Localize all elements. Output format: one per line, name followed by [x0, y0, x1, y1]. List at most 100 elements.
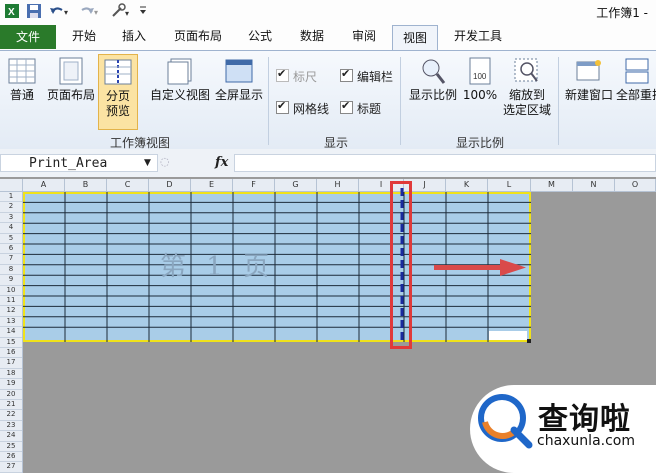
save-icon[interactable]	[26, 3, 42, 20]
row-header[interactable]: 1	[0, 192, 22, 203]
column-header[interactable]: L	[488, 179, 531, 191]
column-header[interactable]: H	[317, 179, 359, 191]
column-header[interactable]: A	[23, 179, 65, 191]
page-layout-view-label: 页面布局	[46, 88, 95, 102]
full-screen-button[interactable]: 全屏显示	[212, 57, 266, 103]
zoom-100-icon: 100	[469, 57, 491, 85]
tools-icon[interactable]: ▾	[110, 3, 132, 20]
tab-view[interactable]: 视图	[392, 25, 438, 51]
row-header[interactable]: 13	[0, 317, 22, 328]
zoom-100-button[interactable]: 100 100%	[462, 57, 498, 103]
name-box[interactable]: Print_Area	[0, 154, 158, 172]
column-header[interactable]: C	[107, 179, 149, 191]
column-header[interactable]: E	[191, 179, 233, 191]
tab-developer[interactable]: 开发工具	[448, 24, 508, 49]
row-header[interactable]: 7	[0, 254, 22, 265]
row-header[interactable]: 2	[0, 202, 22, 213]
row-header[interactable]: 14	[0, 327, 22, 338]
zoom-100-label: 100%	[462, 88, 498, 102]
tab-review[interactable]: 审阅	[344, 24, 384, 49]
ribbon: 普通 页面布局 分页 预览 自定义视图 全屏显示 工作簿视图 标尺 编辑栏 网格…	[0, 50, 656, 150]
zoom-to-selection-label-2: 选定区域	[502, 103, 551, 117]
custom-views-button[interactable]: 自定义视图	[148, 57, 212, 103]
tab-page-layout[interactable]: 页面布局	[168, 24, 228, 49]
custom-views-label: 自定义视图	[149, 88, 210, 102]
column-headers: ABCDEFGHIJKLMNO	[0, 179, 656, 192]
page-layout-view-button[interactable]: 页面布局	[44, 57, 98, 103]
excel-icon: X	[4, 3, 20, 20]
gridlines-checkbox[interactable]: 网格线	[276, 98, 329, 117]
tab-data[interactable]: 数据	[292, 24, 332, 49]
watermark-brand: 查询啦	[538, 402, 631, 437]
row-header[interactable]: 22	[0, 410, 22, 421]
title-bar: X ▾ ▾ ▾ 工作簿1 -	[0, 0, 656, 25]
zoom-to-selection-button[interactable]: 缩放到 选定区域	[500, 57, 554, 118]
row-header[interactable]: 16	[0, 348, 22, 359]
column-header[interactable]: K	[446, 179, 488, 191]
row-header[interactable]: 8	[0, 265, 22, 276]
row-header[interactable]: 17	[0, 358, 22, 369]
column-header[interactable]: D	[149, 179, 191, 191]
custom-views-icon	[167, 58, 192, 85]
svg-text:▾: ▾	[125, 9, 129, 18]
svg-text:▾: ▾	[64, 8, 68, 17]
column-header[interactable]: F	[233, 179, 275, 191]
row-header[interactable]: 9	[0, 275, 22, 286]
tab-formulas[interactable]: 公式	[240, 24, 280, 49]
full-screen-icon	[225, 59, 253, 83]
checkbox-box	[276, 66, 289, 82]
row-header[interactable]: 23	[0, 421, 22, 432]
row-header[interactable]: 19	[0, 379, 22, 390]
normal-view-button[interactable]: 普通	[4, 57, 40, 103]
formula-input[interactable]	[234, 154, 656, 172]
row-headers: 1 2 3 4 5 6 7 8 9 10 11 12 13 14 15 16 17 18 19 20 21 22 23 24 2…	[0, 192, 23, 473]
row-header[interactable]: 18	[0, 369, 22, 380]
row-header[interactable]: 20	[0, 390, 22, 400]
magnifier-icon	[422, 59, 446, 84]
headings-label: 标题	[357, 102, 382, 116]
row-header[interactable]: 10	[0, 286, 22, 296]
new-window-button[interactable]: 新建窗口	[562, 57, 616, 103]
page-break-preview-button[interactable]: 分页 预览	[98, 54, 138, 130]
column-header[interactable]: G	[275, 179, 317, 191]
tab-insert[interactable]: 插入	[114, 24, 154, 49]
row-header[interactable]: 21	[0, 400, 22, 411]
zoom-button[interactable]: 显示比例	[406, 57, 460, 103]
ruler-label: 标尺	[293, 70, 318, 84]
zoom-to-selection-label-1: 缩放到	[508, 88, 545, 102]
cell-gap	[489, 331, 527, 340]
row-header[interactable]: 6	[0, 244, 22, 255]
select-all-corner[interactable]	[0, 179, 23, 191]
row-header[interactable]: 15	[0, 338, 22, 348]
arrange-all-button[interactable]: 全部重排	[616, 57, 656, 103]
row-header[interactable]: 4	[0, 223, 22, 234]
insert-function-icon[interactable]: fx	[215, 155, 228, 170]
name-box-dropdown-icon[interactable]: ▼	[144, 158, 151, 168]
row-header[interactable]: 25	[0, 442, 22, 452]
page-watermark: 第 1 页	[160, 252, 276, 282]
row-header[interactable]: 12	[0, 306, 22, 317]
page-layout-icon	[59, 57, 83, 85]
row-header[interactable]: 24	[0, 431, 22, 442]
redo-icon[interactable]: ▾	[78, 3, 100, 20]
row-header[interactable]: 5	[0, 234, 22, 244]
column-header[interactable]: O	[615, 179, 656, 191]
headings-checkbox[interactable]: 标题	[340, 98, 382, 117]
column-header[interactable]: N	[573, 179, 615, 191]
page-break-line[interactable]	[400, 188, 404, 344]
tab-file[interactable]: 文件	[0, 25, 56, 49]
formula-bar-checkbox[interactable]: 编辑栏	[340, 66, 393, 85]
row-header[interactable]: 11	[0, 296, 22, 307]
customize-icon[interactable]	[138, 3, 148, 20]
red-arrow-icon	[434, 259, 526, 276]
column-header[interactable]: B	[65, 179, 107, 191]
undo-icon[interactable]: ▾	[48, 3, 70, 20]
column-header[interactable]: M	[531, 179, 573, 191]
row-header[interactable]: 26	[0, 452, 22, 463]
search-logo-icon	[478, 394, 533, 449]
row-header[interactable]: 3	[0, 213, 22, 224]
tab-home[interactable]: 开始	[64, 24, 104, 49]
fill-handle[interactable]	[527, 339, 531, 343]
group-separator	[268, 57, 269, 145]
row-header[interactable]: 27	[0, 462, 22, 473]
